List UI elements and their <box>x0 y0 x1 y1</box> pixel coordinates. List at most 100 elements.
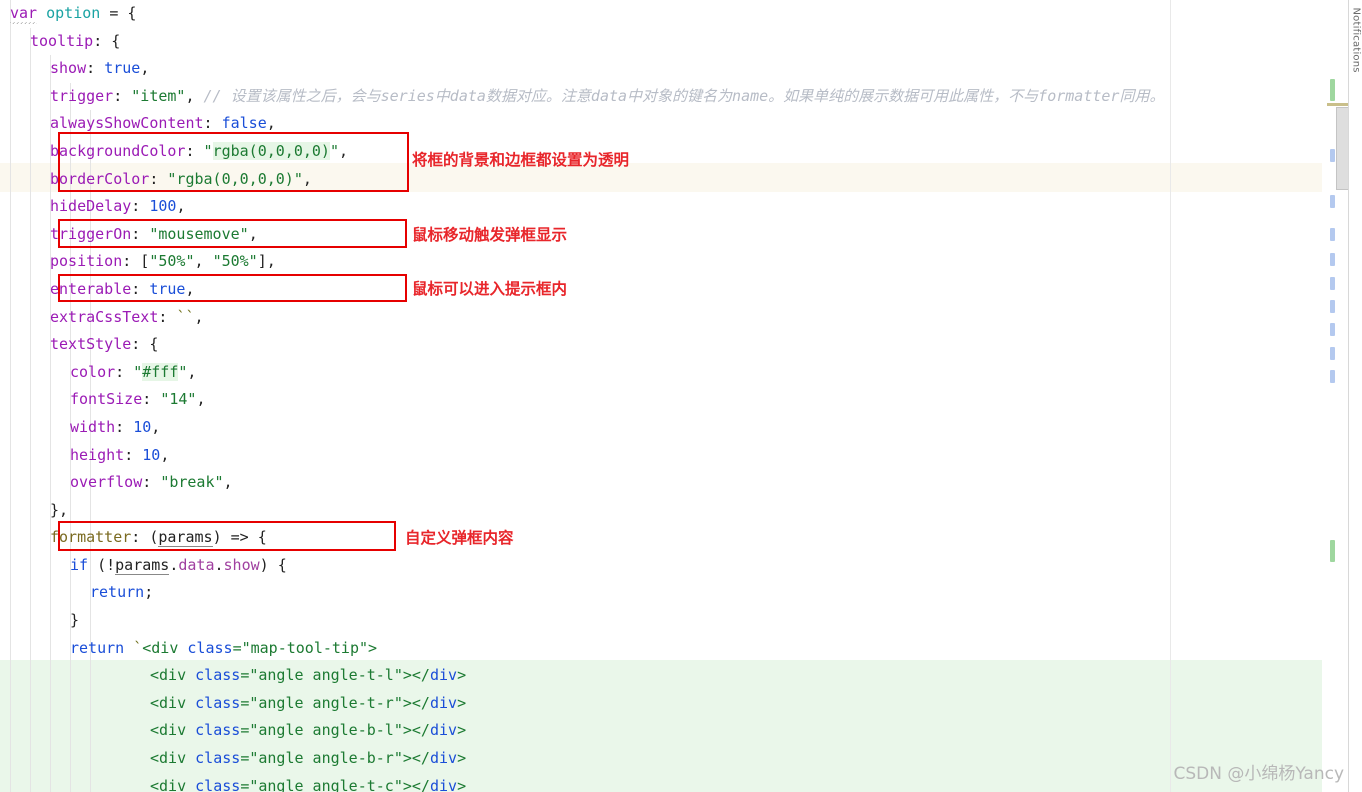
code-token: extraCssText <box>50 307 159 326</box>
code-token: "mousemove" <box>149 224 249 243</box>
code-token: position <box>50 252 123 271</box>
code-token: . <box>214 555 224 574</box>
code-line[interactable]: show: true, <box>0 55 1164 83</box>
code-line[interactable]: return; <box>0 579 1164 607</box>
code-text[interactable]: var option = {tooltip: {show: true, trigg… <box>0 0 1164 792</box>
right-tool-strip[interactable]: Notifications <box>1348 0 1362 792</box>
code-token: `` <box>176 307 195 326</box>
code-token: " <box>203 141 213 160</box>
code-line[interactable]: triggerOn: "mousemove", <box>0 221 1164 249</box>
code-line[interactable]: <div class="angle angle-t-c"></div> <box>0 773 1164 792</box>
overview-mark <box>1330 540 1335 562</box>
code-line[interactable]: } <box>0 607 1164 635</box>
code-line[interactable]: tooltip: { <box>0 28 1164 56</box>
code-token: backgroundColor <box>50 141 186 160</box>
code-token: : [ <box>122 252 150 271</box>
annotation-label: 自定义弹框内容 <box>405 529 514 547</box>
code-line[interactable]: extraCssText: ``, <box>0 304 1164 332</box>
code-token: class <box>195 693 241 712</box>
code-token: > <box>457 749 467 768</box>
code-token: "angle angle-b-l" <box>249 721 403 740</box>
code-token: class <box>195 666 241 685</box>
code-token: ></ <box>402 721 430 740</box>
code-line[interactable]: formatter: (params) => { <box>0 524 1164 552</box>
overview-mark <box>1330 323 1335 336</box>
notifications-tool-label[interactable]: Notifications <box>1351 8 1362 73</box>
code-line[interactable]: }, <box>0 497 1164 525</box>
code-token: fontSize <box>70 390 143 409</box>
code-token: , <box>151 417 161 436</box>
code-line[interactable]: width: 10, <box>0 414 1164 442</box>
code-token: } <box>70 611 80 630</box>
code-line[interactable]: hideDelay: 100, <box>0 193 1164 221</box>
code-token: "angle angle-t-l" <box>249 666 403 685</box>
code-token: false <box>221 114 267 133</box>
code-token: = <box>240 776 250 792</box>
code-token: "14" <box>160 390 197 409</box>
code-token: > <box>457 721 467 740</box>
code-line[interactable]: if (!params.data.show) { <box>0 552 1164 580</box>
code-token: show <box>223 555 260 574</box>
code-line[interactable]: <div class="angle angle-b-l"></div> <box>0 717 1164 745</box>
overview-mark <box>1330 79 1335 101</box>
code-token: , <box>196 390 206 409</box>
code-token: div <box>429 749 458 768</box>
code-token: "angle angle-t-c" <box>249 776 403 792</box>
code-token: rgba(0,0,0,0) <box>212 141 330 160</box>
code-token: " <box>329 141 339 160</box>
code-line[interactable]: overflow: "break", <box>0 469 1164 497</box>
code-token: class <box>195 721 241 740</box>
code-token: ></ <box>402 693 430 712</box>
code-token: "map-tool-tip" <box>241 638 369 657</box>
code-token: hideDelay <box>50 197 132 216</box>
code-line[interactable]: <div class="angle angle-t-r"></div> <box>0 690 1164 718</box>
code-token: }, <box>50 500 69 519</box>
code-token: ], <box>257 252 276 271</box>
code-token: , <box>266 114 276 133</box>
code-token: ></ <box>402 749 430 768</box>
code-token: ; <box>144 583 154 602</box>
code-line[interactable]: <div class="angle angle-t-l"></div> <box>0 662 1164 690</box>
code-token: 10 <box>133 417 152 436</box>
code-token: : <box>86 59 105 78</box>
code-token: , <box>185 279 195 298</box>
code-line[interactable]: return `<div class="map-tool-tip"> <box>0 635 1164 663</box>
editor-surface[interactable]: var option = {tooltip: {show: true, trigg… <box>0 0 1322 792</box>
code-token: , <box>339 141 349 160</box>
code-token: trigger <box>50 86 114 105</box>
code-token: show <box>50 59 87 78</box>
code-token: > <box>368 638 378 657</box>
print-margin-ruler <box>1170 0 1171 792</box>
code-token: alwaysShowContent <box>50 114 204 133</box>
code-token: div <box>429 693 458 712</box>
code-token: width <box>70 417 116 436</box>
code-token: : <box>113 86 132 105</box>
code-line[interactable]: textStyle: { <box>0 331 1164 359</box>
csdn-watermark: CSDN @小绵杨Yancy <box>1173 764 1344 784</box>
code-token: : ( <box>131 528 159 547</box>
code-line[interactable]: var option = { <box>0 0 1164 28</box>
code-line[interactable]: trigger: "item", // 设置该属性之后，会与series中dat… <box>0 83 1164 111</box>
code-token: <div <box>150 721 196 740</box>
code-token: 10 <box>142 445 161 464</box>
code-line[interactable]: color: "#fff", <box>0 359 1164 387</box>
code-token: #fff <box>142 362 179 381</box>
code-token: , <box>223 473 233 492</box>
code-line[interactable]: fontSize: "14", <box>0 386 1164 414</box>
overview-ruler[interactable] <box>1322 0 1349 792</box>
code-token: " <box>133 362 143 381</box>
annotation-label: 鼠标可以进入提示框内 <box>412 280 568 298</box>
code-line[interactable]: height: 10, <box>0 442 1164 470</box>
code-line[interactable]: <div class="angle angle-b-r"></div> <box>0 745 1164 773</box>
code-token: <div <box>150 749 196 768</box>
code-line[interactable]: enterable: true, <box>0 276 1164 304</box>
code-token: , <box>176 197 186 216</box>
code-token: class <box>195 749 241 768</box>
code-token: color <box>70 362 116 381</box>
code-line[interactable]: alwaysShowContent: false, <box>0 110 1164 138</box>
code-token: , <box>140 59 150 78</box>
code-line[interactable]: position: ["50%", "50%"], <box>0 248 1164 276</box>
code-token: , <box>160 445 170 464</box>
